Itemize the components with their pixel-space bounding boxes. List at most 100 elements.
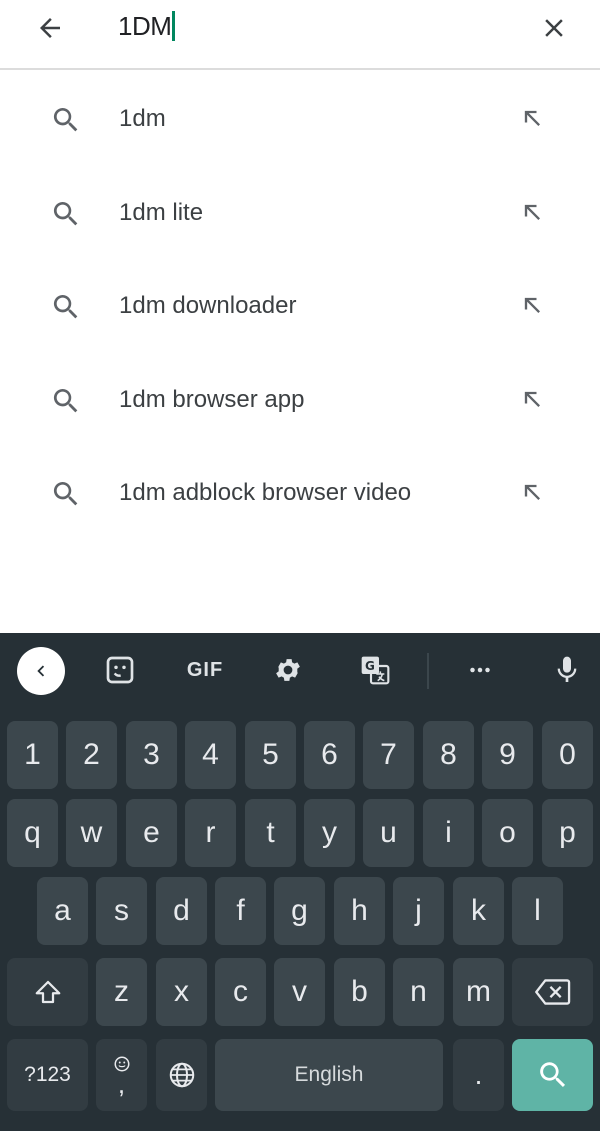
voice-input-button[interactable] bbox=[547, 647, 587, 693]
key-p[interactable]: p bbox=[542, 799, 593, 867]
suggestion-item[interactable]: 1dm adblock browser video bbox=[0, 446, 600, 540]
key-m[interactable]: m bbox=[453, 958, 504, 1026]
key-7[interactable]: 7 bbox=[363, 721, 414, 789]
key-u[interactable]: u bbox=[363, 799, 414, 867]
search-query-text: 1DM bbox=[118, 10, 172, 41]
symbols-key[interactable]: ?123 bbox=[7, 1039, 88, 1111]
key-z[interactable]: z bbox=[96, 958, 147, 1026]
key-label: i bbox=[445, 816, 452, 849]
key-label: j bbox=[415, 894, 422, 927]
key-s[interactable]: s bbox=[96, 877, 147, 945]
key-label: b bbox=[351, 975, 368, 1008]
clear-button[interactable] bbox=[526, 4, 582, 52]
suggestion-text: 1dm browser app bbox=[119, 385, 305, 413]
search-action-key[interactable] bbox=[512, 1039, 593, 1111]
search-input[interactable]: 1DM bbox=[118, 8, 176, 44]
key-q[interactable]: q bbox=[7, 799, 58, 867]
key-e[interactable]: e bbox=[126, 799, 177, 867]
key-label: v bbox=[292, 975, 307, 1008]
suggestion-text: 1dm bbox=[119, 105, 166, 132]
key-y[interactable]: y bbox=[304, 799, 355, 867]
suggestion-item[interactable]: 1dm downloader bbox=[0, 259, 600, 353]
key-k[interactable]: k bbox=[453, 877, 504, 945]
key-3[interactable]: 3 bbox=[126, 721, 177, 789]
key-v[interactable]: v bbox=[274, 958, 325, 1026]
key-9[interactable]: 9 bbox=[482, 721, 533, 789]
suggestion-text: 1dm adblock browser video bbox=[119, 479, 412, 506]
fill-query-button[interactable] bbox=[515, 101, 551, 137]
key-label: a bbox=[54, 894, 71, 927]
key-b[interactable]: b bbox=[334, 958, 385, 1026]
period-key[interactable]: . bbox=[453, 1039, 504, 1111]
suggestion-item[interactable]: 1dm browser app bbox=[0, 353, 600, 447]
back-button[interactable] bbox=[22, 4, 78, 52]
svg-text:G: G bbox=[365, 659, 375, 673]
suggestion-text: 1dm downloader bbox=[119, 292, 297, 319]
key-label: 9 bbox=[499, 738, 516, 771]
toolbar-divider bbox=[427, 653, 429, 689]
key-f[interactable]: f bbox=[215, 877, 266, 945]
suggestion-item[interactable]: 1dm lite bbox=[0, 166, 600, 260]
shift-key[interactable] bbox=[7, 958, 88, 1026]
key-1[interactable]: 1 bbox=[7, 721, 58, 789]
translate-button[interactable]: G bbox=[355, 647, 395, 693]
key-label: t bbox=[266, 816, 275, 849]
key-r[interactable]: r bbox=[185, 799, 236, 867]
key-label: 6 bbox=[321, 738, 338, 771]
key-label: z bbox=[114, 975, 129, 1008]
key-4[interactable]: 4 bbox=[185, 721, 236, 789]
key-label: y bbox=[322, 816, 337, 849]
suggestion-text: 1dm lite bbox=[119, 198, 204, 226]
key-j[interactable]: j bbox=[393, 877, 444, 945]
key-label: x bbox=[174, 975, 189, 1008]
key-0[interactable]: 0 bbox=[542, 721, 593, 789]
key-a[interactable]: a bbox=[37, 877, 88, 945]
fill-query-button[interactable] bbox=[515, 382, 551, 418]
key-g[interactable]: g bbox=[274, 877, 325, 945]
space-key[interactable]: English bbox=[215, 1039, 443, 1111]
key-i[interactable]: i bbox=[423, 799, 474, 867]
emoji-comma-key[interactable]: , bbox=[96, 1039, 147, 1111]
key-d[interactable]: d bbox=[156, 877, 207, 945]
key-label: ?123 bbox=[24, 1063, 71, 1086]
key-t[interactable]: t bbox=[245, 799, 296, 867]
more-options-button[interactable] bbox=[460, 647, 500, 693]
key-label: 7 bbox=[380, 738, 397, 771]
key-n[interactable]: n bbox=[393, 958, 444, 1026]
fill-query-button[interactable] bbox=[515, 288, 551, 324]
gif-button[interactable]: GIF bbox=[180, 647, 230, 693]
key-5[interactable]: 5 bbox=[245, 721, 296, 789]
key-label: q bbox=[24, 816, 41, 849]
suggestion-list: 1dm 1dm lite 1dm downloader 1dm browser … bbox=[0, 72, 600, 540]
key-6[interactable]: 6 bbox=[304, 721, 355, 789]
fill-query-button[interactable] bbox=[515, 195, 551, 231]
key-h[interactable]: h bbox=[334, 877, 385, 945]
gear-icon bbox=[276, 659, 300, 681]
settings-button[interactable] bbox=[268, 647, 308, 693]
key-2[interactable]: 2 bbox=[66, 721, 117, 789]
key-x[interactable]: x bbox=[156, 958, 207, 1026]
key-w[interactable]: w bbox=[66, 799, 117, 867]
collapse-toolbar-button[interactable] bbox=[17, 647, 65, 695]
key-l[interactable]: l bbox=[512, 877, 563, 945]
key-label: u bbox=[380, 816, 397, 849]
key-label: 8 bbox=[440, 738, 457, 771]
key-label: d bbox=[173, 894, 190, 927]
more-horizontal-icon bbox=[470, 667, 490, 673]
globe-icon bbox=[169, 1062, 194, 1088]
search-icon bbox=[53, 482, 78, 506]
search-icon bbox=[53, 388, 78, 412]
key-label: l bbox=[534, 894, 541, 927]
key-label: 5 bbox=[262, 738, 279, 771]
search-icon bbox=[53, 295, 78, 319]
key-label: h bbox=[351, 894, 368, 927]
suggestion-item[interactable]: 1dm bbox=[0, 72, 600, 166]
language-key[interactable] bbox=[156, 1039, 207, 1111]
key-c[interactable]: c bbox=[215, 958, 266, 1026]
fill-query-button[interactable] bbox=[515, 475, 551, 511]
search-bar: 1DM bbox=[0, 0, 600, 70]
key-o[interactable]: o bbox=[482, 799, 533, 867]
key-8[interactable]: 8 bbox=[423, 721, 474, 789]
sticker-button[interactable] bbox=[100, 647, 140, 693]
backspace-key[interactable] bbox=[512, 958, 593, 1026]
